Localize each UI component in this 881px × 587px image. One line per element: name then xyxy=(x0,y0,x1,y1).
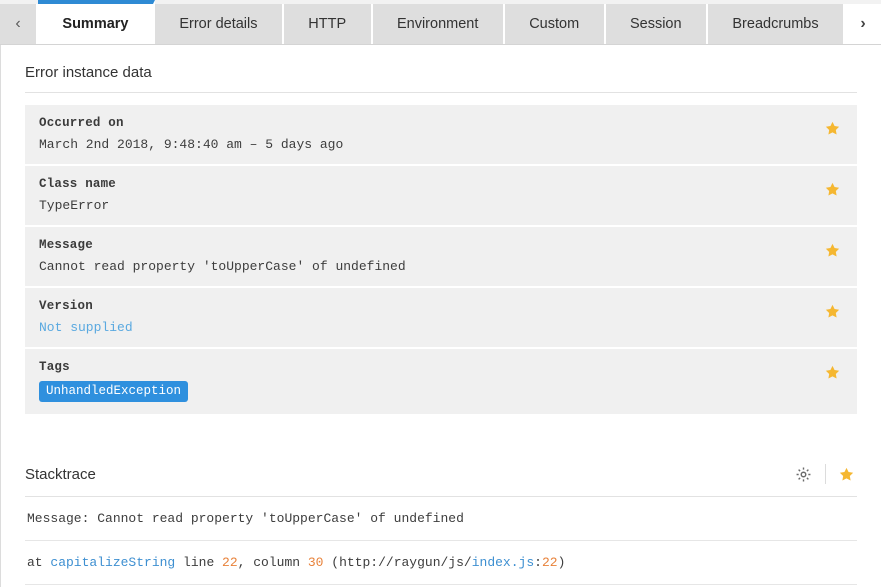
frame-line-label: line xyxy=(175,555,223,570)
tab-breadcrumbs[interactable]: Breadcrumbs xyxy=(707,4,844,44)
row-fields: Message Cannot read property 'toUpperCase… xyxy=(39,238,406,274)
error-detail-page: ‹ Summary Error details HTTP Environment Cus… xyxy=(0,0,881,587)
chevron-left-icon: ‹ xyxy=(15,15,21,32)
tab-list: Summary Error details HTTP Environment Custo… xyxy=(38,0,844,44)
frame-file-separator: : xyxy=(534,555,542,570)
tab-label: Environment xyxy=(396,16,479,32)
tabs-scroll-right-button[interactable]: › xyxy=(843,4,881,44)
tab-session[interactable]: Session xyxy=(605,4,708,44)
tab-label: Summary xyxy=(62,16,129,32)
row-value-wrap: March 2nd 2018, 9:48:40 am – 5 days ago xyxy=(39,137,343,152)
error-instance-row: Class name TypeError xyxy=(25,166,857,227)
row-label: Tags xyxy=(39,360,70,374)
star-icon[interactable] xyxy=(821,239,843,261)
header-divider xyxy=(825,464,826,484)
row-value: March 2nd 2018, 9:48:40 am – 5 days ago xyxy=(39,137,344,152)
frame-function[interactable]: capitalizeString xyxy=(50,555,175,570)
chevron-right-icon: › xyxy=(860,15,866,32)
error-instance-row: Occurred on March 2nd 2018, 9:48:40 am – … xyxy=(25,105,857,166)
row-value-wrap: TypeError xyxy=(39,198,116,213)
row-value-wrap: UnhandledException xyxy=(39,381,189,402)
tag-badge[interactable]: UnhandledException xyxy=(39,381,189,402)
tab-summary[interactable]: Summary xyxy=(38,0,155,44)
error-instance-row: Tags UnhandledException xyxy=(25,349,857,414)
tab-environment[interactable]: Environment xyxy=(372,4,505,44)
stacktrace-header-actions xyxy=(790,463,857,485)
row-fields: Version Not supplied xyxy=(39,299,133,335)
row-label: Occurred on xyxy=(39,116,124,130)
gear-icon[interactable] xyxy=(790,463,816,485)
row-fields: Tags UnhandledException xyxy=(39,360,189,402)
tab-custom[interactable]: Custom xyxy=(504,4,606,44)
frame-file-line: 22 xyxy=(541,555,558,570)
star-icon[interactable] xyxy=(835,463,857,485)
frame-at: at xyxy=(27,555,51,570)
tab-http[interactable]: HTTP xyxy=(283,4,373,44)
frame-column-label: , column xyxy=(237,555,308,570)
row-value: TypeError xyxy=(39,198,110,213)
frame-column-number: 30 xyxy=(307,555,324,570)
error-instance-list: Occurred on March 2nd 2018, 9:48:40 am – … xyxy=(25,105,857,414)
tab-label: Error details xyxy=(179,16,258,32)
error-instance-header: Error instance data xyxy=(25,45,857,93)
tab-label: Breadcrumbs xyxy=(732,16,819,32)
star-icon[interactable] xyxy=(821,117,843,139)
row-value: Cannot read property 'toUpperCase' of un… xyxy=(39,259,406,274)
frame-url-suffix: ) xyxy=(557,555,566,570)
tabs-scroll-left-button[interactable]: ‹ xyxy=(0,4,38,44)
frame-file[interactable]: index.js xyxy=(472,555,534,570)
frame-line-number: 22 xyxy=(222,555,238,570)
frame-url-prefix: (http://raygun/js/ xyxy=(323,555,472,570)
stacktrace-section: Stacktrace Message: Cannot read property… xyxy=(25,444,857,587)
tab-bar: ‹ Summary Error details HTTP Environment Cus… xyxy=(0,0,881,45)
stacktrace-message-line: Message: Cannot read property 'toUpperCa… xyxy=(25,497,857,541)
stacktrace-header: Stacktrace xyxy=(25,444,857,497)
row-value-link[interactable]: Not supplied xyxy=(39,320,133,335)
star-icon[interactable] xyxy=(821,361,843,383)
tab-label: Session xyxy=(629,16,682,32)
tab-error-details[interactable]: Error details xyxy=(154,4,284,44)
row-label: Version xyxy=(39,299,93,313)
error-instance-title: Error instance data xyxy=(25,64,152,81)
stacktrace-title: Stacktrace xyxy=(25,465,96,483)
row-label: Class name xyxy=(39,177,117,191)
stacktrace-rows: Message: Cannot read property 'toUpperCa… xyxy=(25,497,857,587)
row-value-wrap: Cannot read property 'toUpperCase' of un… xyxy=(39,259,406,274)
row-value-wrap: Not supplied xyxy=(39,320,133,335)
star-icon[interactable] xyxy=(821,300,843,322)
tab-label: Custom xyxy=(529,16,580,32)
tab-label: HTTP xyxy=(308,16,347,32)
stacktrace-frame: at capitalizeString line 22, column 30 (… xyxy=(25,541,857,585)
error-instance-row: Message Cannot read property 'toUpperCase… xyxy=(25,227,857,288)
summary-content: Error instance data Occurred on March 2nd… xyxy=(0,45,881,587)
row-label: Message xyxy=(39,238,93,252)
row-fields: Occurred on March 2nd 2018, 9:48:40 am – … xyxy=(39,116,343,152)
error-instance-row: Version Not supplied xyxy=(25,288,857,349)
row-fields: Class name TypeError xyxy=(39,177,116,213)
star-icon[interactable] xyxy=(821,178,843,200)
